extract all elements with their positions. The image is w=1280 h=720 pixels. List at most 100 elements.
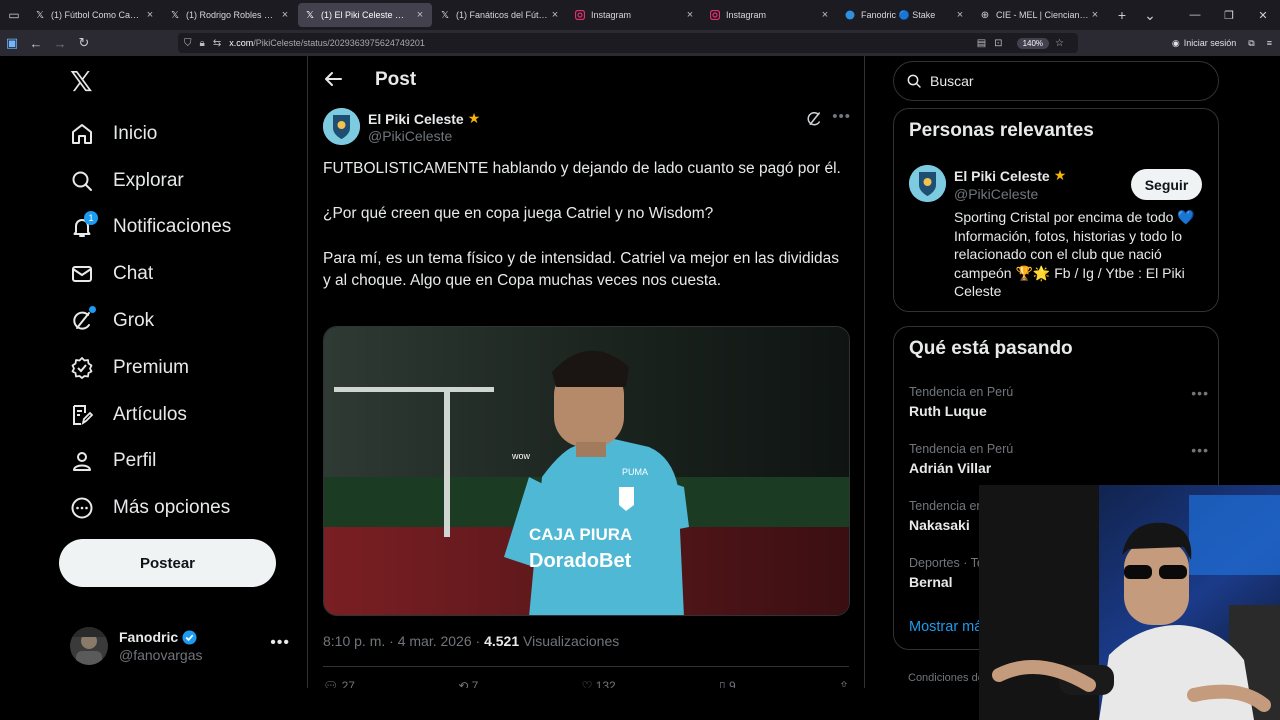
browser-tab[interactable]: Instagram × xyxy=(703,3,837,27)
back-arrow-icon[interactable]: ← xyxy=(24,30,48,56)
extensions-icon[interactable]: ⧉ xyxy=(1248,38,1254,49)
tab-list-icon[interactable]: ▭ xyxy=(0,0,28,30)
x-logo-icon[interactable]: 𝕏 xyxy=(70,68,98,96)
follow-button[interactable]: Seguir xyxy=(1131,169,1202,200)
bookmark-icon: ▯ xyxy=(719,679,726,688)
post-button[interactable]: Postear xyxy=(59,539,276,587)
avatar xyxy=(70,627,108,665)
back-arrow-icon[interactable] xyxy=(322,68,344,90)
avatar[interactable] xyxy=(323,108,360,145)
reply-button[interactable]: 💬︎ 27 xyxy=(323,676,355,688)
zoom-level[interactable]: 140% xyxy=(1016,37,1050,49)
browser-tab[interactable]: 𝕏 (1) Fanáticos del Fútbol - F× xyxy=(433,3,567,27)
nav-item-grok[interactable]: Grok xyxy=(68,301,154,341)
post-time[interactable]: 8:10 p. m. · 4 mar. 2026 · xyxy=(323,633,484,649)
like-button[interactable]: ♡ 132 xyxy=(582,676,616,688)
post-image[interactable]: CAJA PIURA DoradoBet wow PUMA xyxy=(323,326,850,616)
account-icon[interactable]: ◉ xyxy=(1172,38,1180,49)
user-name[interactable]: El Piki Celeste xyxy=(954,168,1050,184)
account-handle: @fanovargas xyxy=(119,647,203,663)
more-horizontal-icon[interactable]: ••• xyxy=(1191,385,1209,401)
more-horizontal-icon[interactable]: ••• xyxy=(270,634,290,652)
heart-icon: ♡ xyxy=(581,679,593,688)
browser-tab[interactable]: 𝕏 (1) Fútbol Como Cancha - C× xyxy=(28,3,162,27)
person-icon xyxy=(68,447,96,475)
nav-label: Perfil xyxy=(113,450,157,471)
close-icon[interactable]: × xyxy=(549,9,561,21)
trend-item[interactable]: Tendencia en Perú Adrián Villar ••• xyxy=(909,442,1209,476)
forward-arrow-icon[interactable]: → xyxy=(48,30,72,56)
page-title: Post xyxy=(375,69,417,90)
reload-icon[interactable]: ↻ xyxy=(72,30,96,56)
close-icon[interactable]: × xyxy=(819,9,831,21)
restore-icon[interactable]: ❐ xyxy=(1212,9,1246,22)
repost-button[interactable]: ⟲ 7 xyxy=(458,676,478,688)
more-horizontal-icon[interactable]: ••• xyxy=(832,108,851,125)
left-sidebar: 𝕏 Inicio Explorar 1 Notificaciones Chat … xyxy=(0,56,307,720)
reader-view-icon[interactable]: ▤ xyxy=(977,38,986,49)
search-icon xyxy=(906,73,922,89)
nav-item-chat[interactable]: Chat xyxy=(68,254,153,294)
nav-item-profile[interactable]: Perfil xyxy=(68,441,156,481)
browser-tab[interactable]: 𝕏 (1) Rodrigo Robles Brito en× xyxy=(163,3,297,27)
tab-title: CIE - MEL | Cienciano (Per xyxy=(996,10,1089,20)
home-icon xyxy=(68,120,96,148)
share-icon[interactable]: ⇪ xyxy=(839,676,849,688)
show-more-link[interactable]: Mostrar más xyxy=(909,619,990,635)
nav-label: Inicio xyxy=(113,123,158,144)
sidebar-toggle-icon[interactable]: ▣ xyxy=(0,30,24,56)
signin-link[interactable]: Iniciar sesión xyxy=(1184,38,1237,48)
new-tab-icon[interactable]: + xyxy=(1108,7,1136,23)
nav-item-premium[interactable]: Premium xyxy=(68,348,189,388)
nav-item-explore[interactable]: Explorar xyxy=(68,161,184,201)
close-icon[interactable]: × xyxy=(1089,9,1101,21)
user-handle[interactable]: @PikiCeleste xyxy=(954,186,1038,202)
close-icon[interactable]: × xyxy=(414,9,426,21)
author-name[interactable]: El Piki Celeste xyxy=(368,111,464,127)
grok-icon xyxy=(68,306,96,335)
nav-item-notifications[interactable]: 1 Notificaciones xyxy=(68,207,231,247)
views-label: Visualizaciones xyxy=(519,633,620,649)
avatar[interactable] xyxy=(909,165,946,202)
star-icon[interactable]: ☆ xyxy=(1055,38,1064,49)
account-switcher[interactable]: Fanodric @fanovargas ••• xyxy=(70,624,290,668)
search-input[interactable]: Buscar xyxy=(893,61,1219,101)
close-icon[interactable]: × xyxy=(279,9,291,21)
more-horizontal-icon[interactable]: ••• xyxy=(1191,442,1209,458)
tab-title: Fanodric 🔵 Stake xyxy=(861,9,936,20)
minimize-icon[interactable]: — xyxy=(1178,9,1212,21)
svg-text:DoradoBet: DoradoBet xyxy=(529,550,632,572)
close-icon[interactable]: × xyxy=(954,9,966,21)
browser-tab-active[interactable]: 𝕏 (1) El Piki Celeste ⭐ en X:× xyxy=(298,3,432,27)
post-metadata: 8:10 p. m. · 4 mar. 2026 · 4.521 Visuali… xyxy=(323,633,619,649)
menu-icon[interactable]: ≡ xyxy=(1267,38,1272,48)
tab-title: (1) Rodrigo Robles Brito en xyxy=(186,10,279,20)
url-bar[interactable]: ⛉ 🔒︎ ⇆ x.com/PikiCeleste/status/20293639… xyxy=(178,33,1078,53)
nav-label: Chat xyxy=(113,263,154,284)
nav-item-articles[interactable]: Artículos xyxy=(68,395,187,435)
grok-icon[interactable] xyxy=(805,110,823,128)
bookmark-button[interactable]: ▯ 9 xyxy=(719,676,736,688)
browser-tab[interactable]: ⊕ CIE - MEL | Cienciano (Per× xyxy=(973,3,1107,27)
search-placeholder: Buscar xyxy=(930,73,974,89)
trend-item[interactable]: Tendencia en Perú Ruth Luque ••• xyxy=(909,385,1209,419)
browser-tab[interactable]: Fanodric 🔵 Stake × xyxy=(838,3,972,27)
author-handle[interactable]: @PikiCeleste xyxy=(368,128,452,144)
screenshot-icon[interactable]: ⊡ xyxy=(994,38,1002,49)
browser-tab[interactable]: Instagram × xyxy=(568,3,702,27)
url-host: x.com xyxy=(229,38,254,48)
close-icon[interactable]: × xyxy=(684,9,696,21)
close-icon[interactable]: × xyxy=(144,9,156,21)
tab-title: Instagram xyxy=(726,10,767,20)
svg-text:wow: wow xyxy=(511,451,531,461)
bell-icon: 1 xyxy=(68,211,98,241)
url-text: x.com/PikiCeleste/status/202936397562474… xyxy=(229,38,977,48)
chevron-down-icon[interactable]: ⌄ xyxy=(1136,7,1164,24)
close-window-icon[interactable]: ✕ xyxy=(1246,9,1280,22)
account-name: Fanodric xyxy=(119,629,179,645)
star-icon: ★ xyxy=(467,110,481,126)
card-title: Personas relevantes xyxy=(909,120,1094,141)
nav-item-more[interactable]: Más opciones xyxy=(68,488,230,528)
nav-item-home[interactable]: Inicio xyxy=(68,114,157,154)
browser-tab-bar: ▭ 𝕏(1) Fútbol Como Cancha - C× 𝕏(1) Rodr… xyxy=(0,0,1280,30)
